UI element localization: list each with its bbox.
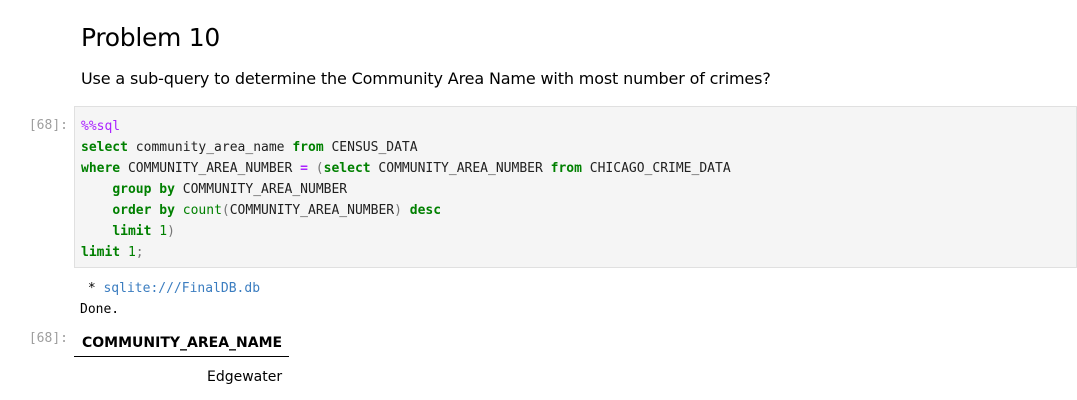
sql-magic: %%sql <box>81 119 121 134</box>
code-text: COMMUNITY_AREA_NUMBER <box>229 203 395 218</box>
code-number: 1 <box>159 224 168 239</box>
result-table: COMMUNITY_AREA_NAME Edgewater <box>74 329 290 398</box>
code-text: CENSUS_DATA <box>323 140 418 155</box>
kw-order-by: order by <box>112 203 175 218</box>
code-punct: ( <box>221 203 230 218</box>
output-stream: * sqlite:///FinalDB.db Done. <box>80 278 260 320</box>
fn-count: count <box>182 203 222 218</box>
kw-from: from <box>292 140 324 155</box>
code-text: CHICAGO_CRIME_DATA <box>581 161 731 176</box>
kw-where: where <box>81 161 121 176</box>
status-text: Done. <box>80 302 120 317</box>
code-text: COMMUNITY_AREA_NUMBER <box>370 161 551 176</box>
connection-string: sqlite:///FinalDB.db <box>103 281 261 296</box>
code-number: 1 <box>127 245 136 260</box>
input-prompt: [68]: <box>28 118 68 133</box>
kw-limit: limit <box>81 245 121 260</box>
column-header: COMMUNITY_AREA_NAME <box>74 329 290 357</box>
code-punct: ) <box>167 224 175 239</box>
table-header-row: COMMUNITY_AREA_NAME <box>74 329 290 357</box>
kw-limit: limit <box>112 224 152 239</box>
kw-select: select <box>81 140 128 155</box>
connection-bullet: * <box>80 281 104 296</box>
code-editor[interactable]: %%sql select community_area_name from CE… <box>74 106 1077 268</box>
output-prompt: [68]: <box>28 331 68 346</box>
op-equals: = <box>300 161 308 176</box>
sql-code[interactable]: %%sql select community_area_name from CE… <box>81 116 731 263</box>
problem-question: Use a sub-query to determine the Communi… <box>81 69 771 88</box>
table-row: Edgewater <box>74 357 289 398</box>
code-punct: ) <box>394 203 402 218</box>
code-punct: ; <box>135 245 144 260</box>
code-text: COMMUNITY_AREA_NUMBER <box>120 161 301 176</box>
kw-from: from <box>550 161 582 176</box>
code-text: community_area_name <box>127 140 293 155</box>
problem-heading: Problem 10 <box>81 23 220 52</box>
kw-select: select <box>323 161 371 176</box>
kw-desc: desc <box>409 203 442 218</box>
kw-group-by: group by <box>112 182 175 197</box>
code-text: COMMUNITY_AREA_NUMBER <box>174 182 348 197</box>
table-cell: Edgewater <box>206 369 283 385</box>
code-punct: ( <box>307 161 324 176</box>
